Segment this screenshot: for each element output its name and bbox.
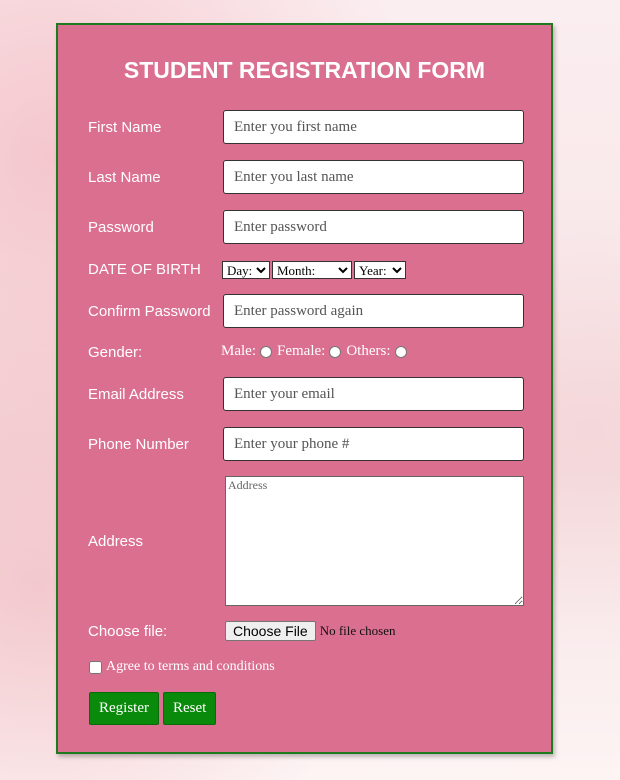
terms-checkbox[interactable]: [89, 660, 102, 674]
file-status-text: No file chosen: [319, 623, 396, 638]
dob-month-select[interactable]: Month:: [272, 261, 352, 279]
form-title: STUDENT REGISTRATION FORM: [123, 57, 486, 83]
first-name-input[interactable]: [223, 110, 524, 144]
confirm-password-input[interactable]: [223, 294, 524, 328]
file-picker: Choose File No file chosen: [225, 621, 396, 641]
email-label: Email Address: [88, 386, 184, 403]
terms-row: Agree to terms and conditions: [89, 659, 275, 675]
gender-label: Gender:: [88, 344, 143, 361]
gender-male-label: Male:: [221, 343, 256, 359]
gender-options: Male: Female: Others:: [221, 343, 410, 360]
dob-day-select[interactable]: Day:: [222, 261, 270, 279]
phone-input[interactable]: [223, 427, 524, 461]
gender-others-radio[interactable]: [394, 345, 407, 358]
password-input[interactable]: [223, 210, 524, 244]
gender-female-label: Female:: [277, 343, 326, 359]
last-name-input[interactable]: [223, 160, 524, 194]
file-label: Choose file:: [88, 623, 168, 640]
password-label: Password: [88, 219, 154, 236]
choose-file-button[interactable]: Choose File: [225, 621, 316, 641]
last-name-label: Last Name: [88, 169, 161, 186]
gender-female-radio[interactable]: [329, 345, 342, 358]
gender-male-radio[interactable]: [260, 345, 272, 358]
address-label: Address: [88, 533, 144, 550]
phone-label: Phone Number: [88, 436, 189, 453]
email-input[interactable]: [223, 377, 524, 411]
address-textarea[interactable]: [225, 476, 524, 606]
first-name-label: First Name: [88, 119, 162, 136]
gender-others-label: Others:: [346, 343, 391, 359]
terms-label: Agree to terms and conditions: [106, 659, 275, 674]
dob-label: DATE OF BIRTH: [88, 261, 201, 278]
confirm-password-label: Confirm Password: [88, 303, 211, 320]
registration-form: STUDENT REGISTRATION FORM First Name Las…: [56, 23, 553, 754]
reset-button[interactable]: Reset: [163, 692, 217, 725]
dob-year-select[interactable]: Year:: [354, 261, 406, 279]
register-button[interactable]: Register: [89, 692, 159, 725]
